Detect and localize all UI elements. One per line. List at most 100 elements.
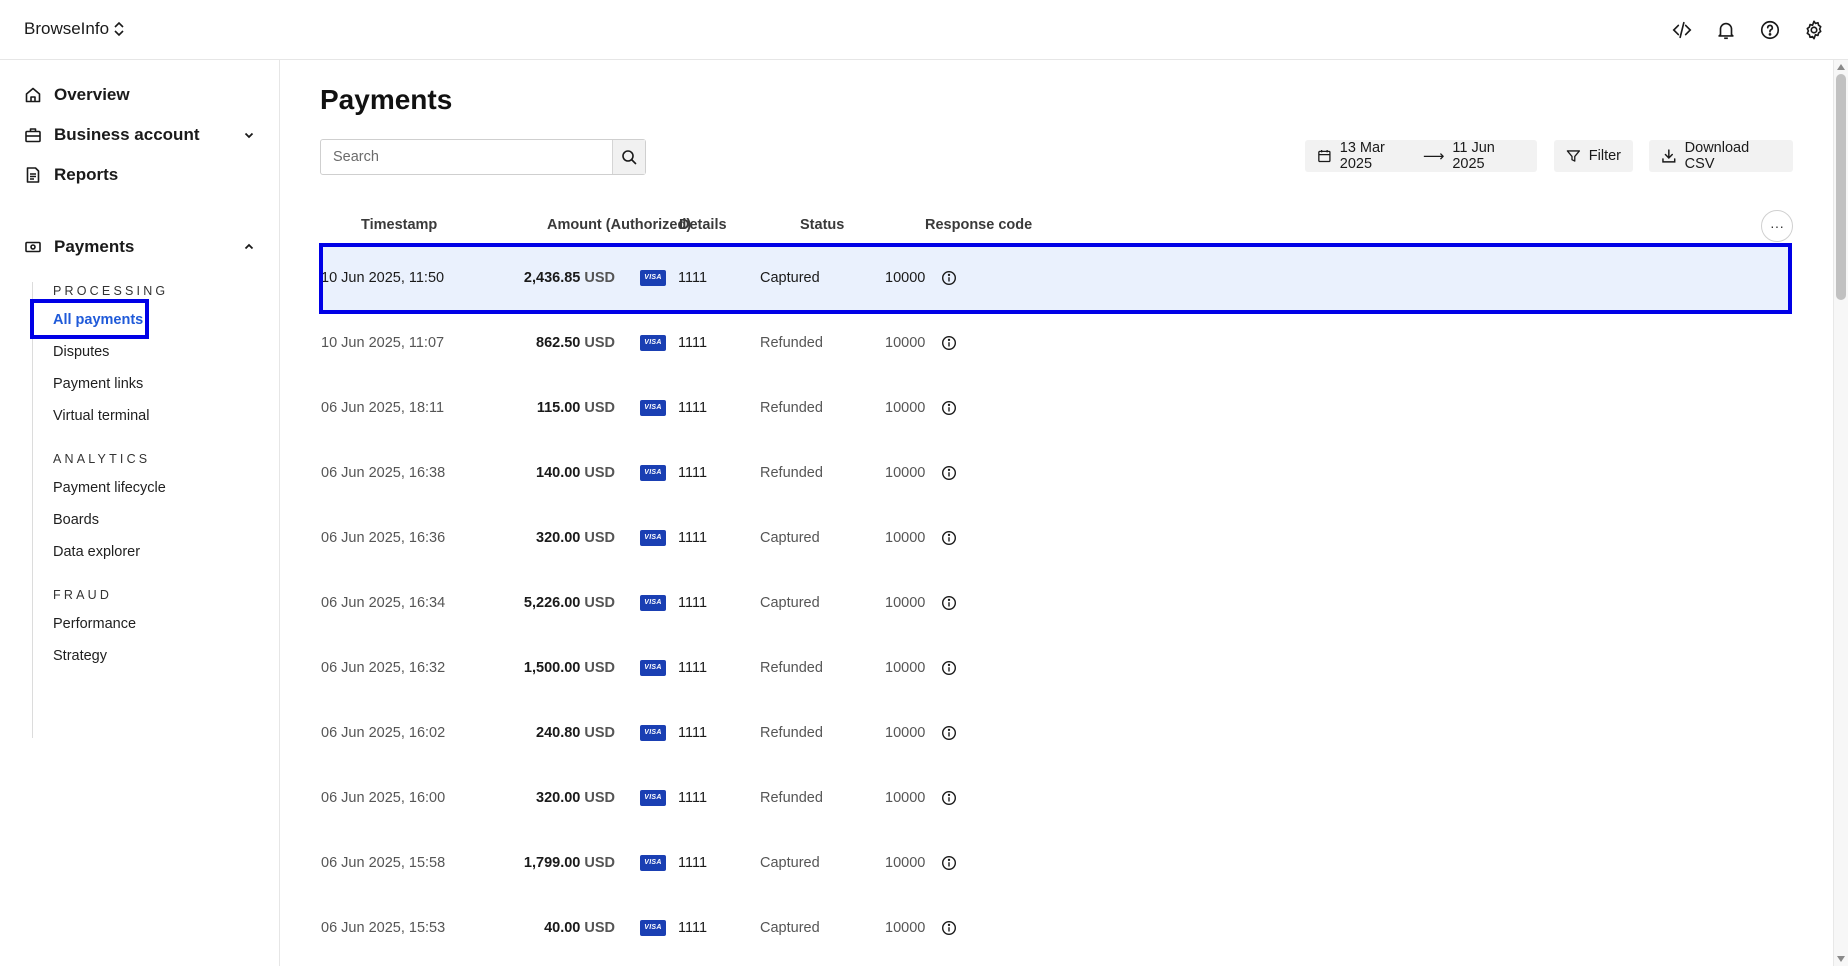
currency: USD	[584, 854, 615, 871]
search-box	[320, 139, 646, 175]
timestamp-cell: 10 Jun 2025, 11:07	[321, 334, 445, 351]
sidebar-item-business-account[interactable]: Business account	[24, 123, 256, 147]
amount-value: 1,500.00	[523, 659, 581, 676]
page-title: Payments	[320, 84, 453, 115]
visa-card-icon: VISA	[640, 789, 666, 806]
date-range-picker[interactable]: 13 Mar 2025 ⟶ 11 Jun 2025	[1305, 140, 1537, 172]
column-header-status[interactable]: Status	[800, 217, 844, 233]
timestamp-cell: 06 Jun 2025, 15:53	[321, 919, 446, 936]
sidebar-item-label: Payments	[54, 237, 135, 256]
sidebar-item-payment-links[interactable]: Payment links	[53, 376, 143, 392]
info-icon[interactable]	[941, 400, 957, 416]
response-code: 10000	[885, 594, 926, 611]
timestamp-cell: 06 Jun 2025, 18:11	[321, 399, 445, 416]
account-switcher[interactable]: BrowseInfo	[24, 19, 126, 39]
amount-value: 862.50	[536, 334, 581, 351]
amount-cell: 40.00 USD	[471, 895, 615, 960]
info-icon[interactable]	[941, 270, 957, 286]
search-button[interactable]	[612, 140, 645, 174]
amount-value: 5,226.00	[523, 594, 581, 611]
info-icon[interactable]	[941, 595, 957, 611]
search-input[interactable]	[321, 140, 613, 174]
code-icon[interactable]	[1670, 16, 1694, 44]
table-row[interactable]: 10 Jun 2025, 11:50 2,436.85 USD VISA 1111 Cap…	[321, 245, 1791, 310]
sidebar-item-label: Overview	[54, 85, 130, 104]
info-icon[interactable]	[941, 660, 957, 676]
column-header-amount[interactable]: Amount (Authorized)	[547, 217, 691, 233]
sidebar-item-boards[interactable]: Boards	[53, 512, 99, 528]
status-cell: Refunded	[760, 789, 823, 806]
card-last4: 1111	[678, 334, 708, 351]
currency: USD	[584, 789, 615, 806]
amount-cell: 320.00 USD	[471, 505, 615, 570]
info-icon[interactable]	[941, 725, 957, 741]
details-cell: VISA 1111	[640, 700, 707, 765]
response-code: 10000	[885, 464, 926, 481]
sidebar-item-reports[interactable]: Reports	[24, 163, 256, 187]
table-row[interactable]: 06 Jun 2025, 16:38 140.00 USD VISA 1111 Refun…	[321, 440, 1791, 505]
sidebar-item-data-explorer[interactable]: Data explorer	[53, 544, 140, 560]
amount-cell: 320.00 USD	[471, 765, 615, 830]
column-header-timestamp[interactable]: Timestamp	[361, 217, 437, 233]
scroll-up-icon[interactable]	[1837, 64, 1845, 70]
currency: USD	[584, 334, 615, 351]
table-row[interactable]: 06 Jun 2025, 16:00 320.00 USD VISA 1111 Refun…	[321, 765, 1791, 830]
bell-icon[interactable]	[1714, 16, 1738, 44]
briefcase-icon	[25, 128, 41, 143]
filter-icon	[1566, 150, 1581, 162]
sidebar-item-virtual-terminal[interactable]: Virtual terminal	[53, 408, 149, 424]
card-last4: 1111	[678, 854, 708, 871]
info-icon[interactable]	[941, 855, 957, 871]
sidebar-item-strategy[interactable]: Strategy	[53, 648, 107, 664]
sidebar-item-overview[interactable]: Overview	[24, 83, 256, 107]
info-icon[interactable]	[941, 530, 957, 546]
active-item-highlight	[30, 299, 149, 339]
info-icon[interactable]	[941, 335, 957, 351]
filter-button[interactable]: Filter	[1554, 140, 1633, 172]
main-content: Payments 13 Mar 2025 ⟶ 11 Jun 2025 Filte…	[281, 60, 1833, 966]
status-cell: Refunded	[760, 659, 823, 676]
more-options-button[interactable]: ···	[1761, 210, 1793, 242]
column-header-response-code[interactable]: Response code	[925, 217, 1032, 233]
sidebar-item-payment-lifecycle[interactable]: Payment lifecycle	[53, 480, 166, 496]
details-cell: VISA 1111	[640, 895, 707, 960]
response-code-cell: 10000	[885, 505, 957, 570]
table-row[interactable]: 06 Jun 2025, 16:32 1,500.00 USD VISA 1111 Ref…	[321, 635, 1791, 700]
sidebar-item-performance[interactable]: Performance	[53, 616, 136, 632]
table-row[interactable]: 10 Jun 2025, 11:07 862.50 USD VISA 1111 Refun…	[321, 310, 1791, 375]
currency: USD	[584, 269, 615, 286]
info-icon[interactable]	[941, 790, 957, 806]
card-last4: 1111	[678, 724, 708, 741]
sidebar-item-payments[interactable]: Payments	[24, 235, 256, 259]
table-row[interactable]: 06 Jun 2025, 16:02 240.80 USD VISA 1111 Refun…	[321, 700, 1791, 765]
amount-cell: 140.00 USD	[471, 440, 615, 505]
currency: USD	[584, 919, 615, 936]
download-csv-button[interactable]: Download CSV	[1649, 140, 1793, 172]
visa-card-icon: VISA	[640, 659, 666, 676]
amount-cell: 1,500.00 USD	[471, 635, 615, 700]
scrollbar[interactable]	[1833, 60, 1848, 966]
details-cell: VISA 1111	[640, 310, 707, 375]
response-code: 10000	[885, 399, 926, 416]
card-last4: 1111	[678, 529, 708, 546]
table-row[interactable]: 06 Jun 2025, 18:11 115.00 USD VISA 1111 Refun…	[321, 375, 1791, 440]
response-code-cell: 10000	[885, 895, 957, 960]
help-icon[interactable]	[1758, 16, 1782, 44]
info-icon[interactable]	[941, 920, 957, 936]
table-row[interactable]: 06 Jun 2025, 15:53 40.00 USD VISA 1111 Captur…	[321, 895, 1791, 960]
table-row[interactable]: 06 Jun 2025, 15:58 1,799.00 USD VISA 1111 Cap…	[321, 830, 1791, 895]
card-last4: 1111	[678, 659, 708, 676]
response-code: 10000	[885, 854, 926, 871]
settings-icon[interactable]	[1802, 16, 1826, 44]
table-row[interactable]: 06 Jun 2025, 16:34 5,226.00 USD VISA 1111 Cap…	[321, 570, 1791, 635]
sidebar-item-disputes[interactable]: Disputes	[53, 344, 109, 360]
filter-label: Filter	[1588, 148, 1621, 164]
amount-cell: 5,226.00 USD	[471, 570, 615, 635]
column-header-details[interactable]: Details	[679, 217, 727, 233]
scroll-thumb[interactable]	[1836, 74, 1846, 300]
status-cell: Captured	[760, 854, 820, 871]
table-row[interactable]: 06 Jun 2025, 16:36 320.00 USD VISA 1111 Captu…	[321, 505, 1791, 570]
scroll-down-icon[interactable]	[1837, 956, 1845, 962]
amount-value: 240.80	[536, 724, 581, 741]
info-icon[interactable]	[941, 465, 957, 481]
